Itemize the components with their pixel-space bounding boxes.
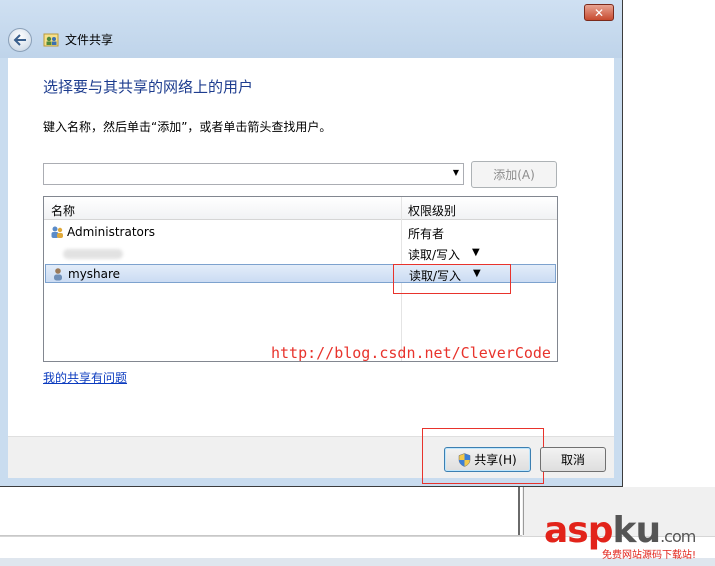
add-button[interactable]: 添加(A): [471, 161, 557, 188]
window-title: 文件共享: [65, 33, 114, 47]
permission-level[interactable]: 读取/写入: [408, 246, 460, 263]
sharing-problem-link[interactable]: 我的共享有问题: [43, 369, 127, 386]
chevron-down-icon[interactable]: ▼: [472, 247, 480, 258]
user-combobox[interactable]: ▼: [43, 163, 464, 185]
user-name: Administrators: [67, 225, 156, 239]
watermark-url: http://blog.csdn.net/CleverCode: [271, 344, 551, 362]
chevron-down-icon[interactable]: ▼: [453, 168, 459, 177]
list-item[interactable]: 读取/写入 ▼: [45, 244, 556, 263]
share-button-label: 共享(H): [474, 453, 517, 467]
back-button[interactable]: [8, 28, 32, 52]
background-divider-secondary: [523, 487, 524, 535]
column-header-name[interactable]: 名称: [51, 202, 75, 219]
instruction-text: 键入名称，然后单击“添加”，或者单击箭头查找用户。: [43, 120, 332, 134]
permission-level: 所有者: [408, 227, 445, 241]
column-header-permission[interactable]: 权限级别: [408, 202, 456, 219]
page-heading: 选择要与其共享的网络上的用户: [43, 78, 254, 96]
user-icon: [54, 268, 62, 281]
site-logo: aspku.com 免费网站源码下载站!: [544, 510, 714, 562]
user-group-icon: [51, 226, 63, 238]
redacted-user-name: [63, 249, 123, 259]
list-item[interactable]: Administrators 所有者: [45, 223, 556, 242]
annotation-box-permission: [393, 264, 511, 294]
file-share-icon: [43, 33, 59, 47]
title-bar: [0, 0, 622, 58]
logo-text-suffix: .com: [660, 527, 696, 546]
logo-tagline: 免费网站源码下载站!: [602, 550, 697, 561]
back-arrow-icon: [13, 34, 26, 46]
user-name: myshare: [68, 267, 121, 281]
background-divider: [518, 487, 520, 535]
close-button[interactable]: ✕: [584, 4, 614, 21]
cancel-button[interactable]: 取消: [540, 447, 606, 472]
list-header: 名称 权限级别: [44, 197, 557, 220]
shield-icon: [459, 452, 471, 467]
logo-text-asp: asp: [544, 510, 613, 551]
background-pane: [0, 487, 522, 536]
logo-text-ku: ku: [612, 510, 662, 551]
share-button[interactable]: 共享(H): [444, 447, 531, 472]
